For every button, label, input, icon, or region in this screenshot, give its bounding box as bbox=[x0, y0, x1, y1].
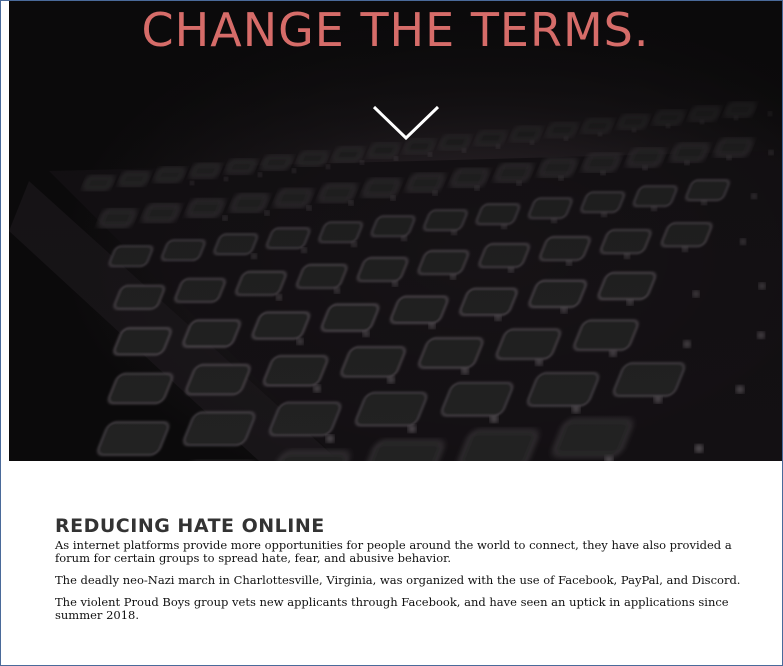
hero-headline: CHANGE THE TERMS. bbox=[141, 3, 650, 57]
page-frame: CHANGE THE TERMS. REDUCING HATE ONLINE A… bbox=[0, 0, 783, 666]
section-paragraph: The deadly neo-Nazi march in Charlottesv… bbox=[55, 573, 741, 587]
section-title: REDUCING HATE ONLINE bbox=[55, 515, 325, 537]
chevron-down-icon[interactable] bbox=[371, 104, 441, 142]
section-paragraph: As internet platforms provide more oppor… bbox=[55, 538, 732, 565]
section-paragraph: The violent Proud Boys group vets new ap… bbox=[55, 595, 729, 622]
hero-banner: CHANGE THE TERMS. bbox=[9, 1, 782, 461]
keyboard-background-image bbox=[9, 1, 782, 461]
reducing-hate-section: REDUCING HATE ONLINE As internet platfor… bbox=[55, 515, 767, 631]
